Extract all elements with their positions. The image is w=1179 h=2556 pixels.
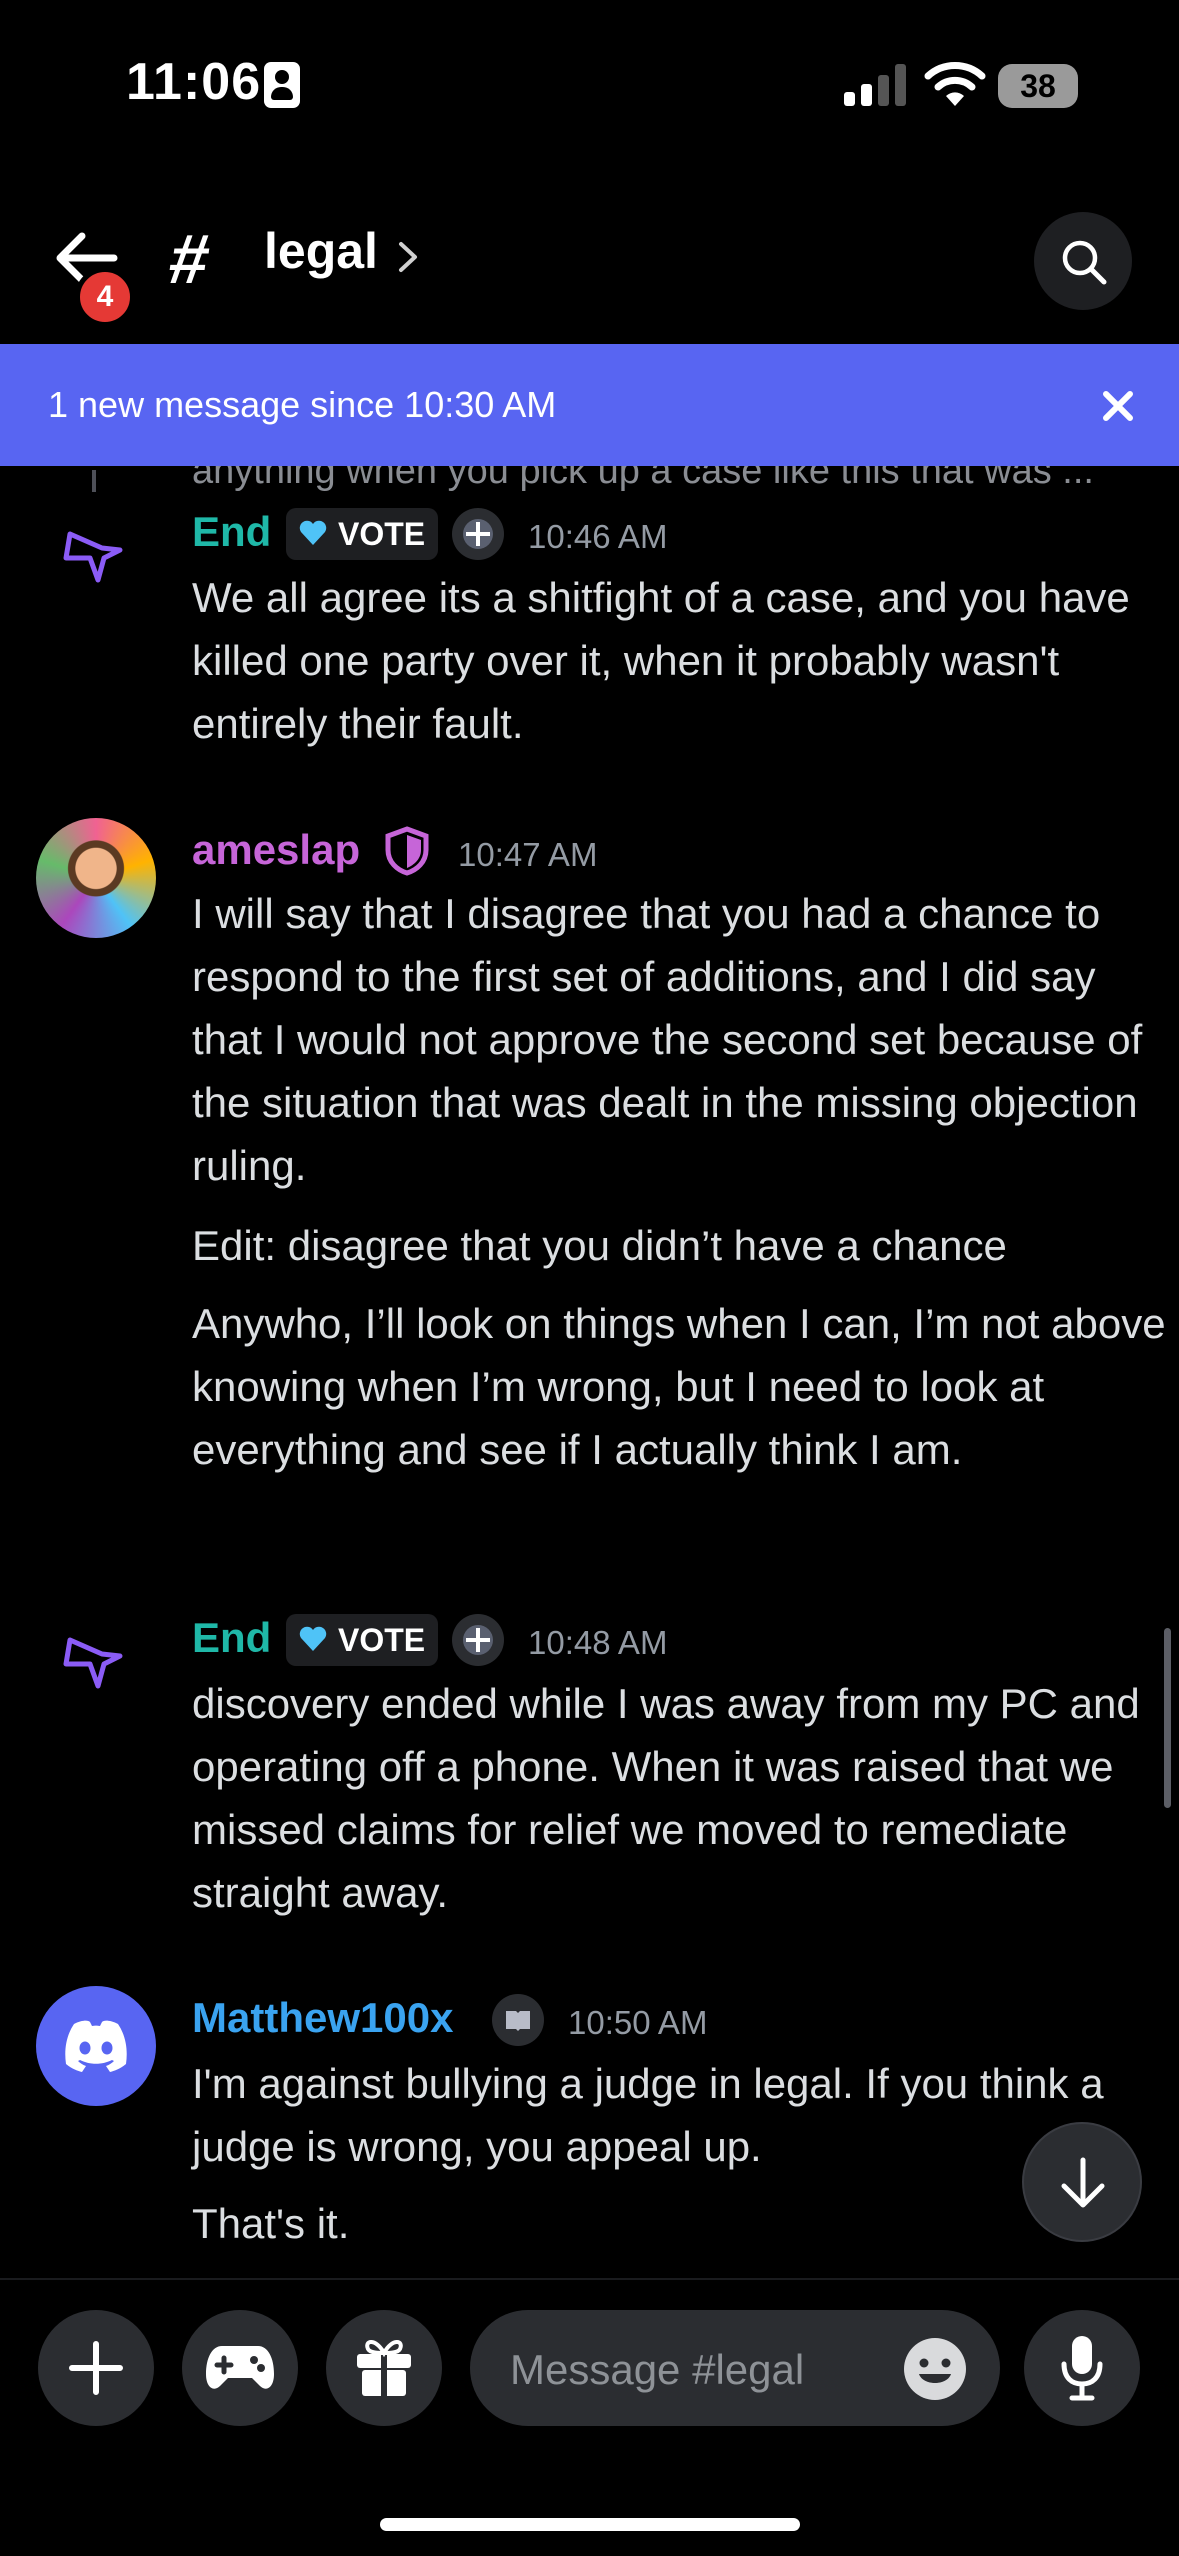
scrollbar[interactable] [1164,1628,1171,1808]
search-icon [1062,240,1107,285]
book-badge-icon [492,1994,544,2046]
message-author[interactable]: End [192,1614,271,1662]
message-timestamp: 10:47 AM [458,836,598,873]
avatar[interactable] [36,818,156,938]
wifi-icon [924,62,986,106]
discord-logo-icon [65,2020,127,2072]
avatar-end-icon[interactable] [62,1634,126,1694]
unread-count-badge: 4 [75,267,135,327]
arrow-down-icon [1061,2157,1105,2208]
server-badge-icon [452,1614,504,1666]
home-indicator[interactable] [380,2518,800,2531]
new-messages-banner-text[interactable]: 1 new message since 10:30 AM [48,384,556,426]
message-body: I'm against bullying a judge in legal. I… [192,2060,1104,2170]
tag-label: VOTE [338,516,426,552]
search-button[interactable] [1034,212,1132,310]
thread-line [92,470,96,492]
avatar-end-icon[interactable] [62,528,126,588]
shield-icon [385,826,429,876]
message-author[interactable]: Matthew100x [192,1994,453,2042]
battery-indicator: 38 [998,64,1078,108]
heart-icon [299,520,327,545]
gift-button[interactable] [326,2310,442,2426]
message-author[interactable]: End [192,508,271,556]
heart-icon [299,1626,327,1651]
message-body: We all agree its a shitfight of a case, … [192,574,1130,747]
avatar[interactable] [36,1986,156,2106]
composer-divider [0,2278,1179,2280]
plus-icon [69,2341,123,2395]
cellular-signal-icon [844,64,906,106]
message-timestamp: 10:46 AM [528,518,668,555]
channel-title[interactable]: legal [264,222,378,280]
add-attachment-button[interactable] [38,2310,154,2426]
vote-tag: VOTE [286,508,438,560]
message-author[interactable]: ameslap [192,826,360,874]
channel-hash-icon: # [164,220,215,298]
message-input-placeholder[interactable]: Message #legal [510,2346,804,2394]
message-body: I will say that I disagree that you had … [192,890,1143,1189]
contact-card-icon [264,62,300,108]
battery-tip [1072,79,1078,93]
emoji-icon[interactable] [902,2336,968,2402]
jump-to-bottom-button[interactable] [1022,2122,1142,2242]
vote-tag: VOTE [286,1614,438,1666]
server-badge-icon [452,508,504,560]
message-timestamp: 10:48 AM [528,1624,668,1661]
message-body: Anywho, I’ll look on things when I can, … [192,1300,1166,1473]
microphone-icon [1061,2336,1103,2401]
activities-button[interactable] [182,2310,298,2426]
tag-label: VOTE [338,1622,426,1658]
close-icon[interactable] [1098,386,1138,426]
message-timestamp: 10:50 AM [568,2004,708,2041]
status-time: 11:06 [126,53,262,111]
gamepad-icon [206,2346,274,2389]
message-body: Edit: disagree that you didn’t have a ch… [192,1222,1007,1269]
chevron-right-icon[interactable] [396,240,420,274]
voice-message-button[interactable] [1024,2310,1140,2426]
message-body: discovery ended while I was away from my… [192,1680,1140,1916]
gift-icon [357,2340,411,2396]
